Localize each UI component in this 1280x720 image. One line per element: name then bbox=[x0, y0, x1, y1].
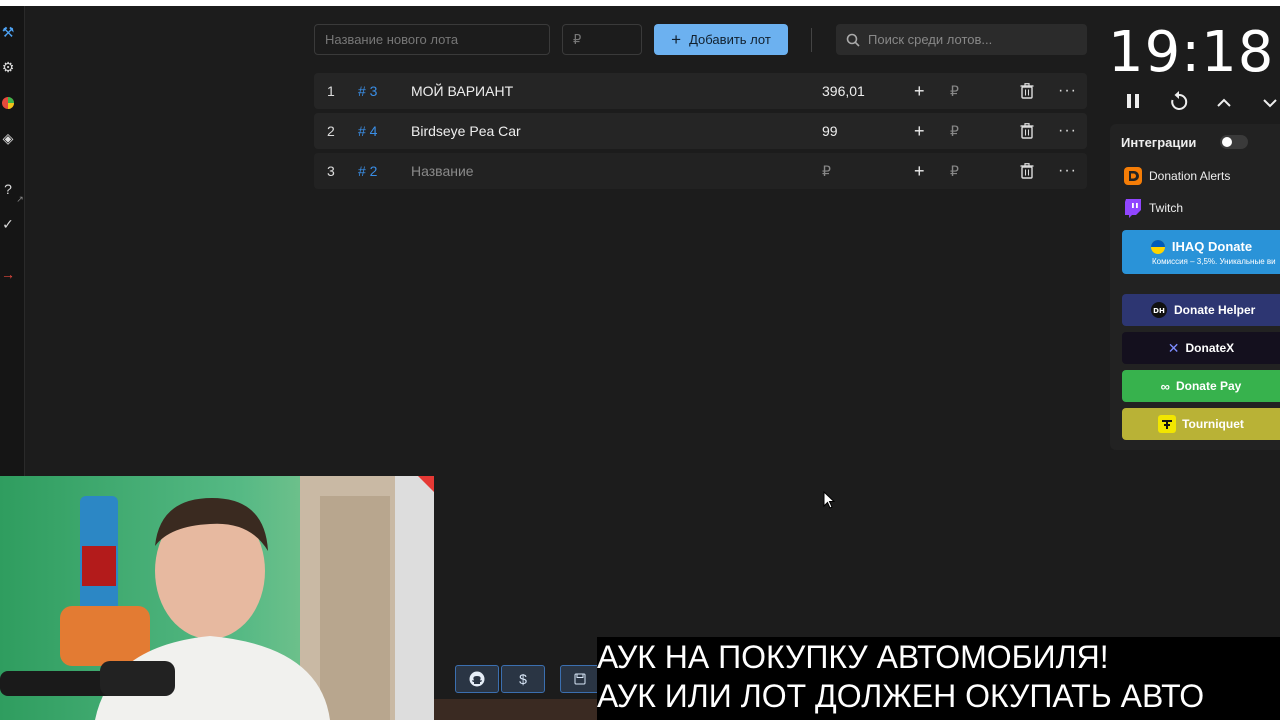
lot-id: # 4 bbox=[358, 123, 378, 139]
github-button[interactable] bbox=[455, 665, 499, 693]
chevron-up-icon[interactable] bbox=[1216, 94, 1232, 115]
save-icon bbox=[574, 673, 586, 685]
integration-twitch[interactable]: Twitch bbox=[1123, 198, 1183, 218]
add-amount-icon[interactable]: + bbox=[914, 161, 925, 182]
donatex-label: DonateX bbox=[1185, 341, 1235, 355]
donate-helper-button[interactable]: DH Donate Helper bbox=[1122, 294, 1280, 326]
integration-label: Twitch bbox=[1149, 201, 1184, 215]
divider bbox=[811, 28, 812, 52]
lot-row: 3 # 2 Название ₽ + ₽ ··· bbox=[314, 153, 1087, 189]
webcam-video bbox=[0, 476, 434, 720]
wheel-icon[interactable] bbox=[0, 95, 16, 111]
tourniquet-icon bbox=[1158, 415, 1177, 433]
lot-name[interactable]: Birdseye Pea Car bbox=[411, 123, 521, 139]
lot-index: 3 bbox=[327, 163, 335, 179]
amount-input[interactable]: ₽ bbox=[562, 24, 642, 55]
search-input[interactable]: Поиск среди лотов... bbox=[836, 24, 1087, 55]
donate-helper-label: Donate Helper bbox=[1174, 303, 1256, 317]
svg-text:DH: DH bbox=[1153, 307, 1165, 315]
add-amount-icon[interactable]: + bbox=[914, 121, 925, 142]
ihaq-donate-button[interactable]: IHAQ Donate Комиссия – 3,5%. Уникальные … bbox=[1122, 230, 1280, 274]
lot-row: 1 # 3 МОЙ ВАРИАНТ 396,01 + ₽ ··· bbox=[314, 73, 1087, 109]
caption-overlay: АУК НА ПОКУПКУ АВТОМОБИЛЯ! АУК ИЛИ ЛОТ Д… bbox=[597, 637, 1280, 720]
donate-dollar-button[interactable]: $ bbox=[501, 665, 545, 693]
more-icon[interactable]: ··· bbox=[1058, 122, 1077, 140]
caption-line-2: АУК ИЛИ ЛОТ ДОЛЖЕН ОКУПАТЬ АВТО bbox=[597, 678, 1205, 714]
lot-index: 2 bbox=[327, 123, 335, 139]
integration-label: Donation Alerts bbox=[1149, 169, 1231, 183]
lot-amount[interactable]: 396,01 bbox=[822, 83, 865, 99]
timer-display: 19:18:2 bbox=[1108, 20, 1280, 85]
new-lot-input[interactable]: Название нового лота bbox=[314, 24, 550, 55]
gavel-icon[interactable]: ⚒ bbox=[0, 24, 16, 40]
add-amount-icon[interactable]: + bbox=[914, 81, 925, 102]
search-icon bbox=[846, 33, 860, 47]
integrations-panel: Интеграции Donation Alerts Twitch IHAQ D… bbox=[1110, 124, 1280, 450]
chevron-down-icon[interactable] bbox=[1262, 94, 1278, 115]
donate-pay-button[interactable]: ∞ Donate Pay bbox=[1122, 370, 1280, 402]
search-placeholder: Поиск среди лотов... bbox=[868, 32, 993, 47]
integrations-toggle[interactable] bbox=[1220, 135, 1248, 149]
ihaq-subtitle: Комиссия – 3,5%. Уникальные ви bbox=[1152, 256, 1276, 266]
ukraine-flag-icon bbox=[1150, 239, 1166, 255]
sidebar: ⚒ ⚙ ◈ ? ↗ ✓ → bbox=[0, 6, 25, 476]
logout-icon[interactable]: → bbox=[0, 266, 16, 282]
lot-name-placeholder[interactable]: Название bbox=[411, 163, 474, 179]
integration-donationalerts[interactable]: Donation Alerts bbox=[1123, 166, 1230, 186]
add-lot-label: Добавить лот bbox=[689, 32, 771, 47]
trash-icon[interactable] bbox=[1020, 163, 1034, 182]
dollar-icon: $ bbox=[519, 671, 527, 687]
more-icon[interactable]: ··· bbox=[1058, 82, 1077, 100]
donate-pay-icon: ∞ bbox=[1160, 378, 1170, 394]
donatex-button[interactable]: ✕ DonateX bbox=[1122, 332, 1280, 364]
donate-pay-label: Donate Pay bbox=[1175, 379, 1242, 393]
donationalerts-icon bbox=[1123, 166, 1143, 186]
lot-currency[interactable]: ₽ bbox=[950, 83, 959, 100]
lot-id: # 2 bbox=[358, 163, 378, 179]
tourniquet-label: Tourniquet bbox=[1182, 417, 1244, 431]
more-icon[interactable]: ··· bbox=[1058, 162, 1077, 180]
ihaq-label: IHAQ Donate bbox=[1171, 239, 1253, 254]
lot-amount[interactable]: 99 bbox=[822, 123, 838, 139]
twitch-icon bbox=[1123, 198, 1143, 218]
layers-icon[interactable]: ◈ bbox=[0, 130, 16, 146]
lot-index: 1 bbox=[327, 83, 335, 99]
new-lot-placeholder: Название нового лота bbox=[325, 32, 459, 47]
settings-icon[interactable]: ⚙ bbox=[0, 59, 16, 75]
pause-icon[interactable] bbox=[1125, 92, 1141, 115]
lot-currency[interactable]: ₽ bbox=[950, 123, 959, 140]
lot-name[interactable]: МОЙ ВАРИАНТ bbox=[411, 83, 513, 99]
toggle-knob bbox=[1222, 137, 1232, 147]
add-lot-button[interactable]: + Добавить лот bbox=[654, 24, 788, 55]
github-icon bbox=[469, 671, 485, 687]
lot-amount-placeholder[interactable]: ₽ bbox=[822, 163, 831, 180]
mouse-cursor-icon bbox=[823, 490, 836, 514]
tourniquet-button[interactable]: Tourniquet bbox=[1122, 408, 1280, 440]
plus-icon: + bbox=[671, 29, 682, 49]
lot-row: 2 # 4 Birdseye Pea Car 99 + ₽ ··· bbox=[314, 113, 1087, 149]
lot-id: # 3 bbox=[358, 83, 378, 99]
external-link-icon: ↗ bbox=[16, 193, 24, 204]
amount-placeholder: ₽ bbox=[573, 31, 582, 47]
donatex-icon: ✕ bbox=[1167, 339, 1180, 356]
reset-icon[interactable] bbox=[1170, 91, 1188, 116]
shield-icon[interactable]: ✓ bbox=[0, 216, 16, 232]
caption-line-1: АУК НА ПОКУПКУ АВТОМОБИЛЯ! bbox=[597, 639, 1109, 675]
decorative-strip bbox=[434, 699, 598, 720]
lot-currency[interactable]: ₽ bbox=[950, 163, 959, 180]
ihaq-title-row: IHAQ Donate bbox=[1150, 239, 1252, 255]
integrations-title: Интеграции bbox=[1121, 135, 1197, 150]
save-button[interactable] bbox=[560, 665, 600, 693]
top-bar bbox=[0, 0, 1280, 6]
trash-icon[interactable] bbox=[1020, 83, 1034, 102]
donate-helper-icon: DH bbox=[1150, 301, 1168, 319]
trash-icon[interactable] bbox=[1020, 123, 1034, 142]
